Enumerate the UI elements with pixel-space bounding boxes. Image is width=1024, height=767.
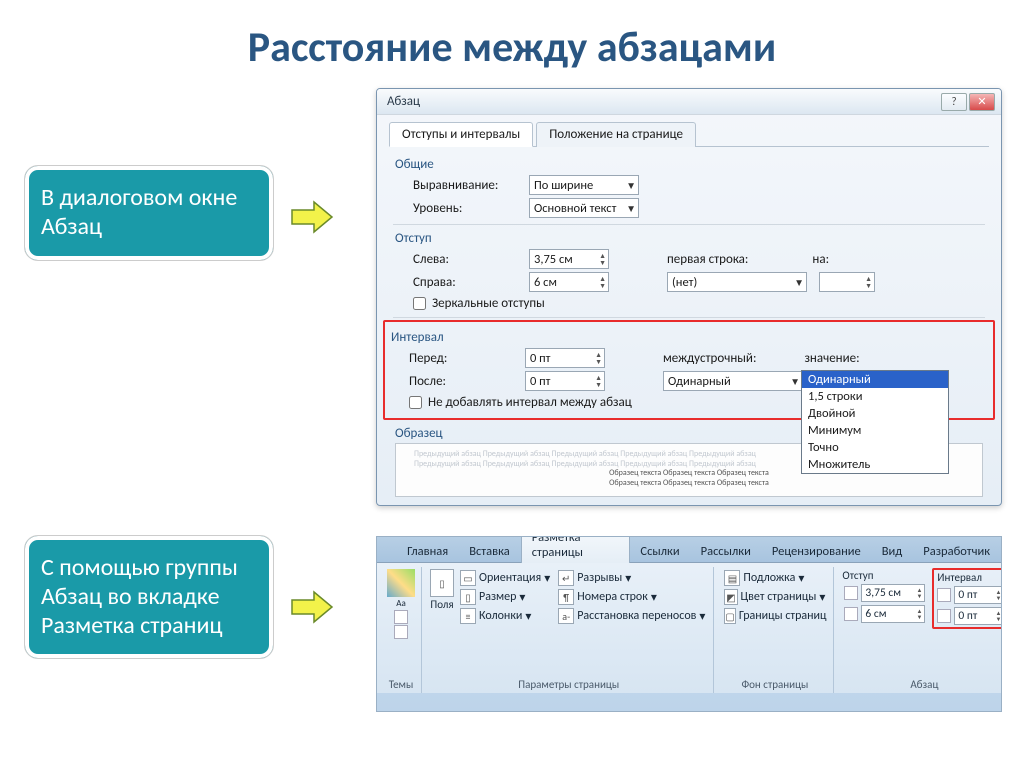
margins-icon: ▯ — [430, 569, 454, 597]
close-button[interactable]: ✕ — [969, 93, 995, 111]
theme-colors-icon[interactable] — [394, 610, 408, 624]
spacing-after-icon — [937, 609, 951, 623]
dropdown-option[interactable]: Множитель — [802, 456, 948, 473]
line-spacing-label: междустрочный: — [663, 351, 756, 366]
ribbon-tab-insert[interactable]: Вставка — [459, 540, 521, 562]
breaks-icon: ↵ — [558, 570, 574, 586]
ribbon-tab-view[interactable]: Вид — [872, 540, 914, 562]
general-heading: Общие — [389, 157, 989, 172]
interval-highlighted-section: Интервал Перед: 0 пт▲▼ междустрочный: зн… — [383, 320, 995, 420]
left-spinner[interactable]: 3,75 см▲▼ — [529, 249, 609, 269]
paragraph-dialog: Абзац ? ✕ Отступы и интервалы Положение … — [376, 88, 1002, 506]
dropdown-option[interactable]: Точно — [802, 439, 948, 456]
interval-highlighted-ribbon: Интервал 0 пт▲▼ 0 пт▲▼ — [932, 568, 1002, 629]
size-button[interactable]: ▯Размер ▾ — [458, 588, 552, 606]
line-spacing-combo[interactable]: Одинарный▼ — [663, 371, 803, 391]
margins-button[interactable]: ▯ Поля — [430, 569, 454, 611]
spacing-before-icon — [937, 588, 951, 602]
columns-icon: ≡ — [460, 608, 476, 624]
linenumbers-icon: ¶ — [558, 589, 574, 605]
dropdown-option[interactable]: Минимум — [802, 422, 948, 439]
themes-icon[interactable] — [387, 569, 415, 597]
before-label: Перед: — [409, 351, 517, 366]
indent-right-icon — [844, 607, 858, 621]
breaks-button[interactable]: ↵Разрывы ▾ — [556, 569, 707, 587]
right-label: Справа: — [413, 275, 521, 290]
arrow-right-icon — [290, 200, 334, 234]
watermark-button[interactable]: ▤Подложка ▾ — [722, 569, 827, 587]
after-label: После: — [409, 374, 517, 389]
interval-heading: Интервал — [385, 330, 993, 345]
by-label: на: — [812, 252, 829, 267]
spacing-before-spinner[interactable]: 0 пт▲▼ — [935, 585, 1002, 605]
office-button[interactable] — [381, 554, 397, 562]
spacing-after-spinner[interactable]: 0 пт▲▼ — [935, 606, 1002, 626]
ribbon: Главная Вставка Разметка страницы Ссылки… — [376, 536, 1002, 712]
left-label: Слева: — [413, 252, 521, 267]
tab-indents-spacing[interactable]: Отступы и интервалы — [389, 122, 533, 147]
alignment-label: Выравнивание: — [413, 178, 521, 193]
dialog-titlebar[interactable]: Абзац ? ✕ — [377, 89, 1001, 115]
watermark-icon: ▤ — [724, 570, 740, 586]
pageborders-icon: ▢ — [724, 608, 735, 624]
dialog-title: Абзац — [387, 94, 420, 109]
page-color-button[interactable]: ◩Цвет страницы ▾ — [722, 588, 827, 606]
ribbon-tab-home[interactable]: Главная — [397, 540, 459, 562]
ribbon-tab-references[interactable]: Ссылки — [630, 540, 690, 562]
hyphenation-button[interactable]: a-Расстановка переносов ▾ — [556, 607, 707, 625]
ribbon-group-pagebg: Фон страницы — [722, 676, 827, 693]
interval-label: Интервал — [935, 571, 1002, 584]
size-icon: ▯ — [460, 589, 476, 605]
right-spinner[interactable]: 6 см▲▼ — [529, 272, 609, 292]
level-label: Уровень: — [413, 201, 521, 216]
tab-line-breaks[interactable]: Положение на странице — [536, 122, 696, 147]
first-line-label: первая строка: — [667, 252, 748, 267]
ribbon-tab-page-layout[interactable]: Разметка страницы — [521, 536, 631, 563]
value-label: значение: — [804, 351, 859, 366]
page-title: Расстояние между абзацами — [0, 0, 1024, 93]
ribbon-tab-mailings[interactable]: Рассылки — [691, 540, 762, 562]
info-box-dialog: В диалоговом окне Абзац — [24, 165, 274, 261]
columns-button[interactable]: ≡Колонки ▾ — [458, 607, 552, 625]
dropdown-option[interactable]: 1,5 строки — [802, 388, 948, 405]
ribbon-tab-developer[interactable]: Разработчик — [913, 540, 1001, 562]
pagecolor-icon: ◩ — [724, 589, 737, 605]
ribbon-group-themes: Темы — [387, 676, 415, 693]
ribbon-group-pagesetup: Параметры страницы — [430, 676, 707, 693]
indent-label: Отступ — [842, 569, 927, 582]
theme-fonts-icon[interactable] — [394, 625, 408, 639]
info-box-ribbon: С помощью группы Абзац во вкладке Размет… — [24, 535, 274, 659]
indent-left-icon — [844, 586, 858, 600]
ribbon-group-paragraph: Абзац — [842, 676, 1002, 693]
line-numbers-button[interactable]: ¶Номера строк ▾ — [556, 588, 707, 606]
alignment-combo[interactable]: По ширине▼ — [529, 175, 639, 195]
before-spinner[interactable]: 0 пт▲▼ — [525, 348, 605, 368]
indent-heading: Отступ — [389, 231, 989, 246]
dropdown-option[interactable]: Двойной — [802, 405, 948, 422]
ribbon-tab-review[interactable]: Рецензирование — [762, 540, 872, 562]
dropdown-option[interactable]: Одинарный — [802, 371, 948, 388]
indent-left-spinner[interactable]: 3,75 см▲▼ — [842, 583, 927, 603]
line-spacing-dropdown[interactable]: Одинарный 1,5 строки Двойной Минимум Точ… — [801, 370, 949, 474]
by-spinner[interactable]: ▲▼ — [819, 272, 875, 292]
orientation-icon: ▭ — [460, 570, 476, 586]
level-combo[interactable]: Основной текст▼ — [529, 198, 639, 218]
first-line-combo[interactable]: (нет)▼ — [667, 272, 807, 292]
after-spinner[interactable]: 0 пт▲▼ — [525, 371, 605, 391]
hyphen-icon: a- — [558, 608, 574, 624]
indent-right-spinner[interactable]: 6 см▲▼ — [842, 604, 927, 624]
mirror-indents-checkbox[interactable]: Зеркальные отступы — [413, 296, 989, 311]
arrow-right-icon — [290, 590, 334, 624]
help-button[interactable]: ? — [941, 93, 967, 111]
page-borders-button[interactable]: ▢Границы страниц — [722, 607, 827, 625]
orientation-button[interactable]: ▭Ориентация ▾ — [458, 569, 552, 587]
